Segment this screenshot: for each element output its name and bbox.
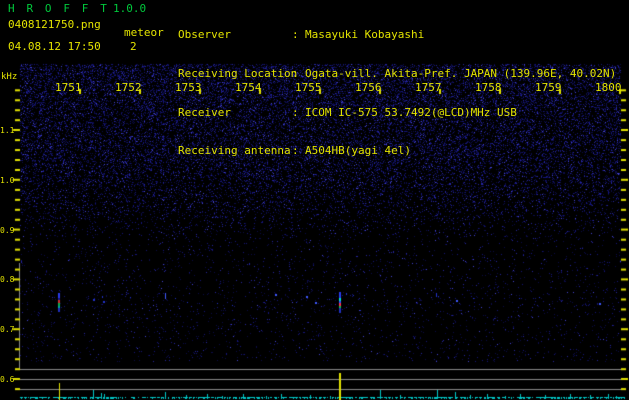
freq-tick-label: 1.1	[0, 126, 15, 135]
freq-tick-label: 1.0	[0, 175, 15, 185]
colon: :	[292, 28, 299, 41]
freq-tick-label: 0.9	[0, 225, 15, 235]
time-tick-label: 1800	[595, 81, 622, 94]
info-value: Masayuki Kobayashi	[305, 28, 425, 41]
info-value: ICOM IC-575 53.7492(@LCD)MHz USB	[305, 105, 517, 119]
time-tick-label: 1759	[535, 81, 562, 94]
colon: :	[292, 144, 299, 158]
info-row-location: Receiving Location: Ogata-vill. Akita-Pre…	[178, 67, 616, 80]
time-tick-label: 1754	[235, 81, 262, 94]
freq-tick-label: 0.6	[0, 375, 15, 384]
time-tick-label: 1753	[175, 81, 202, 94]
mode-label: meteor	[124, 26, 164, 39]
colon: :	[292, 105, 299, 119]
info-label: Receiving Location	[178, 66, 298, 80]
colon: :	[292, 66, 299, 80]
info-label: Observer	[178, 28, 231, 41]
hrofft-window: H R O F F T 1.0.0 0408121750.png meteor …	[0, 0, 629, 400]
info-value: A504HB(yagi 4el)	[305, 144, 411, 158]
app-version: 1.0.0	[113, 2, 147, 15]
time-tick-label: 1755	[295, 81, 322, 94]
info-label: Receiver	[178, 105, 231, 119]
info-row-observer: Observer: Masayuki Kobayashi	[178, 28, 616, 41]
info-label: Receiving antenna	[178, 144, 291, 158]
time-tick-label: 1757	[415, 81, 442, 94]
time-tick-label: 1758	[475, 81, 502, 94]
info-value: Ogata-vill. Akita-Pref. JAPAN (139.96E, …	[305, 66, 617, 80]
app-title: H R O F F T	[8, 2, 110, 15]
datetime-label: 04.08.12 17:50	[8, 40, 101, 53]
meteor-count: 2	[130, 40, 137, 53]
freq-tick-label: 0.8	[0, 275, 15, 285]
info-row-antenna: Receiving antenna: A504HB(yagi 4el)	[178, 144, 616, 157]
info-row-receiver: Receiver: ICOM IC-575 53.7492(@LCD)MHz US…	[178, 106, 616, 119]
time-tick-label: 1756	[355, 81, 382, 94]
output-filename: 0408121750.png	[8, 18, 101, 31]
freq-axis-unit: kHz	[1, 72, 18, 82]
time-tick-label: 1751	[55, 81, 82, 94]
time-tick-label: 1752	[115, 81, 142, 94]
freq-tick-label: 0.7	[0, 325, 15, 335]
